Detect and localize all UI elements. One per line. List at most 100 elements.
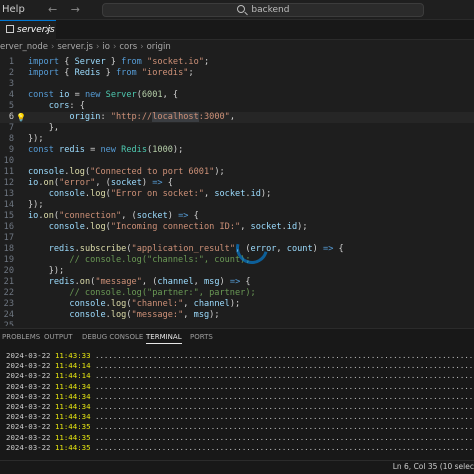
cursor-position[interactable]: Ln 6, Col 35 (10 selec — [393, 462, 474, 471]
breadcrumb: erver_node › server.js › io › cors › origin — [0, 40, 474, 54]
code-line[interactable]: 14}); — [0, 200, 474, 211]
code-line[interactable]: 8}); — [0, 134, 474, 145]
code-token: log — [110, 310, 127, 320]
code-line[interactable]: 25 — [0, 321, 474, 326]
search-text: backend — [251, 5, 290, 15]
command-center-search[interactable]: backend — [102, 3, 424, 17]
code-token: }); — [28, 134, 44, 144]
code-text: redis.subscribe("application_result", (e… — [28, 244, 344, 255]
code-line[interactable]: 20 }); — [0, 266, 474, 277]
breadcrumb-item[interactable]: server.js — [57, 42, 93, 52]
code-token: , — [193, 277, 204, 287]
code-token: // console.log("channels:", count); — [69, 255, 251, 265]
code-line[interactable]: 12 io.on("error", (socket) => { — [0, 178, 474, 189]
code-token: 6001 — [141, 90, 163, 100]
code-line[interactable]: 22 // console.log("partner:", partner); — [0, 288, 474, 299]
breadcrumb-item[interactable]: origin — [147, 42, 171, 52]
code-token: , — [203, 189, 215, 199]
breadcrumb-item[interactable]: io — [102, 42, 110, 52]
code-token: "Incoming connection ID:" — [110, 222, 241, 232]
code-token: ); — [172, 145, 184, 155]
terminal-line: 2024-03-22 11:44:35 ....................… — [6, 433, 472, 443]
tab-server-js[interactable]: server.js × — [0, 20, 56, 40]
log-date: 2024-03-22 — [6, 412, 55, 422]
code-line[interactable]: 5 cors: { — [0, 101, 474, 112]
code-token: on — [79, 277, 91, 287]
line-number: 7 — [8, 123, 14, 133]
menu-help[interactable]: Help — [2, 4, 25, 15]
line-number: 20 — [3, 266, 14, 276]
log-time: 11:44:35 — [54, 422, 91, 432]
panel-tab-terminal[interactable]: TERMINAL — [146, 329, 182, 344]
code-line[interactable]: 19 // console.log("channels:", count); — [0, 255, 474, 266]
code-line[interactable]: 10 — [0, 156, 474, 167]
line-number: 11 — [3, 167, 14, 177]
code-line[interactable]: 11 console.log("Connected to port 6001"); — [0, 167, 474, 178]
back-arrow-icon[interactable]: ← — [48, 3, 57, 16]
code-line[interactable]: 9 const redis = new Redis(1000); — [0, 145, 474, 156]
line-number: 2 — [8, 68, 14, 78]
code-token: ; — [188, 68, 194, 78]
log-time: 11:44:34 — [54, 401, 91, 411]
javascript-file-icon — [6, 25, 14, 33]
line-number: 14 — [3, 200, 14, 210]
code-token: } — [105, 57, 122, 67]
terminal-line: 2024-03-22 11:44:35 ....................… — [6, 443, 472, 453]
code-line[interactable]: 1 import { Server } from "socket.io"; — [0, 57, 474, 68]
log-time: 11:44:14 — [54, 361, 91, 371]
code-token: } — [100, 68, 116, 78]
code-line[interactable]: 4 const io = new Server(6001, { — [0, 90, 474, 101]
line-number: 5 — [8, 101, 14, 111]
code-token: ) — [167, 211, 179, 221]
code-line[interactable]: 24 console.log("message:", msg); — [0, 310, 474, 321]
code-line[interactable]: 6 💡 origin: "http://localhost:3000", — [0, 112, 474, 123]
status-bar: Ln 6, Col 35 (10 selec — [0, 460, 474, 474]
code-editor[interactable]: 1 import { Server } from "socket.io"; 2 imp… — [0, 54, 474, 326]
code-line[interactable]: 23 console.log("channel:", channel); — [0, 299, 474, 310]
panel-tab-debug-console[interactable]: DEBUG CONSOLE — [82, 329, 143, 345]
code-line[interactable]: 2 import { Redis } from "ioredis"; — [0, 68, 474, 79]
code-token: Redis — [121, 145, 148, 155]
breadcrumb-separator-icon: › — [140, 42, 144, 52]
code-token: 1000 — [152, 145, 173, 155]
code-line[interactable]: 21 redis.on("message", (channel, msg) =>… — [0, 277, 474, 288]
forward-arrow-icon[interactable]: → — [71, 3, 80, 16]
terminal-output[interactable]: 2024-03-22 11:43:33 ....................… — [6, 351, 472, 453]
code-token: console — [48, 189, 85, 199]
code-token: ) — [219, 277, 230, 287]
lightbulb-icon[interactable]: 💡 — [16, 112, 26, 123]
breadcrumb-separator-icon: › — [95, 42, 100, 52]
close-icon[interactable]: × — [44, 21, 52, 39]
breadcrumb-item[interactable]: cors — [119, 42, 137, 52]
code-text: console.log("message:", msg); — [28, 310, 219, 321]
panel-tab-problems[interactable]: PROBLEMS — [2, 329, 40, 345]
code-line[interactable]: 15 io.on("connection", (socket) => { — [0, 211, 474, 222]
code-text: }, — [28, 123, 59, 134]
code-token: , ( — [141, 277, 158, 287]
code-token: , ( — [95, 178, 111, 188]
code-token: "message:" — [131, 310, 184, 320]
code-token: "application_result" — [131, 244, 236, 254]
line-number: 16 — [3, 222, 14, 232]
code-line[interactable]: 13 console.log("Error on socket:", socke… — [0, 189, 474, 200]
log-date: 2024-03-22 — [6, 381, 55, 391]
code-line[interactable]: 3 — [0, 79, 474, 90]
panel-tab-ports[interactable]: PORTS — [190, 329, 213, 345]
log-message: ........................................… — [90, 391, 472, 401]
code-token: => — [229, 277, 241, 287]
panel-tabs: PROBLEMS OUTPUT DEBUG CONSOLE TERMINAL PORTS — [0, 329, 474, 345]
code-token: new — [84, 90, 106, 100]
breadcrumb-item[interactable]: erver_node — [0, 42, 48, 52]
code-token: "Connected to port 6001" — [90, 167, 215, 177]
code-line[interactable]: 7 }, — [0, 123, 474, 134]
line-number: 25 — [3, 321, 14, 326]
log-message: ........................................… — [90, 412, 472, 422]
panel-tab-output[interactable]: OUTPUT — [44, 329, 73, 345]
log-date: 2024-03-22 — [6, 361, 55, 371]
code-line[interactable]: 16 console.log("Incoming connection ID:"… — [0, 222, 474, 233]
code-token: io — [28, 178, 39, 188]
